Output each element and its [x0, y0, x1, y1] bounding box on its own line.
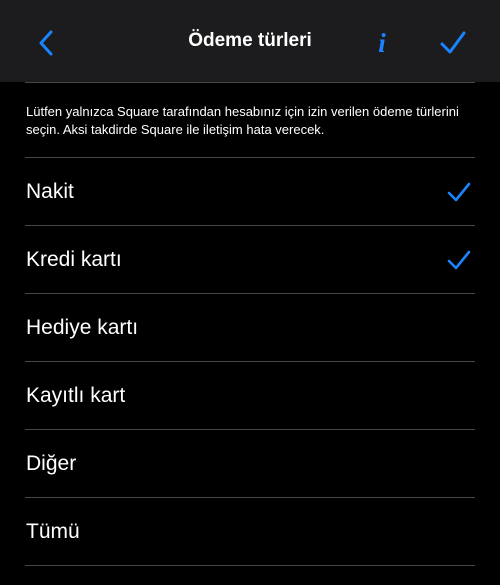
option-label: Hediye kartı [26, 316, 139, 339]
divider [25, 82, 475, 83]
payment-types-screen: Ödeme türleri i Lütfen yalnızca Square t… [0, 0, 500, 585]
option-label: Nakit [26, 180, 74, 203]
info-button[interactable]: i [366, 25, 398, 61]
info-icon: i [378, 27, 386, 58]
payment-type-option[interactable]: Kayıtlı kart [0, 362, 500, 430]
navigation-bar: Ödeme türleri i [0, 0, 500, 82]
done-button[interactable] [436, 27, 470, 59]
payment-type-option[interactable]: Diğer [0, 430, 500, 498]
payment-type-option[interactable]: Nakit [0, 158, 500, 226]
checkmark-icon [440, 31, 466, 54]
option-label: Tümü [26, 520, 80, 543]
checkmark-icon [447, 250, 471, 270]
description-text: Lütfen yalnızca Square tarafından hesabı… [26, 104, 459, 137]
divider [25, 565, 475, 566]
payment-type-option[interactable]: Hediye kartı [0, 294, 500, 362]
checkmark-icon [447, 182, 471, 202]
option-label: Kayıtlı kart [26, 384, 126, 407]
option-label: Kredi kartı [26, 248, 122, 271]
page-title: Ödeme türleri [188, 30, 312, 51]
payment-type-option[interactable]: Kredi kartı [0, 226, 500, 294]
payment-type-option[interactable]: Tümü [0, 498, 500, 566]
option-label: Diğer [26, 452, 77, 475]
